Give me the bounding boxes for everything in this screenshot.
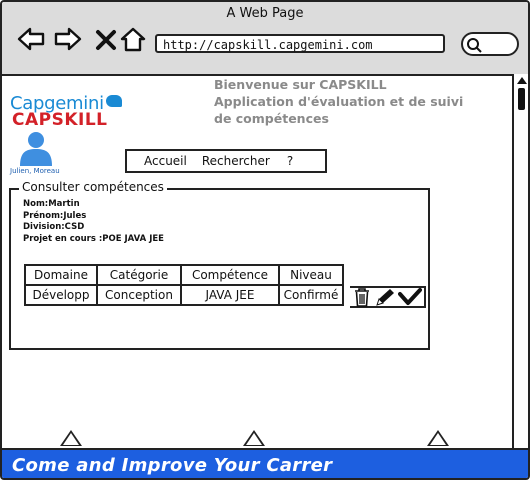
employee-info: Nom:Martin Prénom:Jules Division:CSD Pro… xyxy=(23,199,164,245)
cell-categorie: Conception xyxy=(96,284,182,306)
table-header-row: Domaine Catégorie Compétence Niveau xyxy=(24,264,344,286)
home-icon[interactable] xyxy=(118,24,148,54)
groupbox-title: Consulter compétences xyxy=(19,180,167,194)
table-row[interactable]: Développ Conception JAVA JEE Confirmé xyxy=(24,284,344,306)
welcome-text: Bienvenue sur CAPSKILL Application d'éva… xyxy=(214,76,504,127)
scrollbar-thumb[interactable] xyxy=(518,88,525,110)
address-bar[interactable]: http://capskill.capgemini.com xyxy=(155,34,445,53)
browser-window: A Web Page http://capskill.capgemini.com… xyxy=(0,0,530,480)
validate-check-icon[interactable] xyxy=(398,287,422,307)
search-icon xyxy=(467,38,482,53)
forward-arrow-icon[interactable] xyxy=(53,24,83,54)
trash-icon[interactable] xyxy=(353,287,371,307)
column-header-domaine: Domaine xyxy=(24,264,98,286)
info-division: Division:CSD xyxy=(23,222,85,232)
cell-domaine: Développ xyxy=(24,284,98,306)
cell-competence: JAVA JEE xyxy=(180,284,280,306)
stop-icon[interactable] xyxy=(91,24,121,54)
decorative-triangle-1 xyxy=(60,430,82,446)
info-nom: Nom:Martin xyxy=(23,199,80,209)
menu-accueil[interactable]: Accueil xyxy=(144,154,187,168)
cell-niveau: Confirmé xyxy=(278,284,344,306)
row-actions xyxy=(350,286,426,308)
footer-banner: Come and Improve Your Carrer xyxy=(2,448,528,478)
menu-rechercher[interactable]: Rechercher xyxy=(202,154,270,168)
scroll-up-arrow-icon[interactable] xyxy=(516,75,528,85)
menu-help[interactable]: ? xyxy=(287,154,293,168)
browser-titlebar: A Web Page http://capskill.capgemini.com xyxy=(2,2,528,76)
column-header-categorie: Catégorie xyxy=(96,264,182,286)
main-menu: Accueil Rechercher ? xyxy=(125,149,327,173)
column-header-niveau: Niveau xyxy=(278,264,344,286)
back-arrow-icon[interactable] xyxy=(16,24,46,54)
info-projet: Projet en cours :POE JAVA JEE xyxy=(23,233,164,244)
browser-search-field[interactable] xyxy=(461,32,519,56)
window-title: A Web Page xyxy=(226,6,304,21)
decorative-triangle-3 xyxy=(427,430,449,446)
capskill-logo: CAPSKILL xyxy=(12,110,108,130)
capgemini-swirl-icon xyxy=(105,95,122,107)
welcome-line-1: Bienvenue sur CAPSKILL xyxy=(214,77,387,92)
decorative-triangle-2 xyxy=(243,430,265,446)
edit-pencil-icon[interactable] xyxy=(375,287,397,307)
welcome-line-3: de compétences xyxy=(214,111,329,126)
welcome-line-2: Application d'évaluation et de suivi xyxy=(214,94,464,109)
user-name: Julien, Moreau xyxy=(10,167,60,175)
competences-table: Domaine Catégorie Compétence Niveau Déve… xyxy=(24,264,344,306)
column-header-competence: Compétence xyxy=(180,264,280,286)
vertical-scrollbar[interactable] xyxy=(512,74,528,450)
user-avatar-icon[interactable] xyxy=(18,130,54,166)
info-prenom: Prénom:Jules xyxy=(23,210,87,221)
footer-slogan: Come and Improve Your Carrer xyxy=(12,455,333,476)
